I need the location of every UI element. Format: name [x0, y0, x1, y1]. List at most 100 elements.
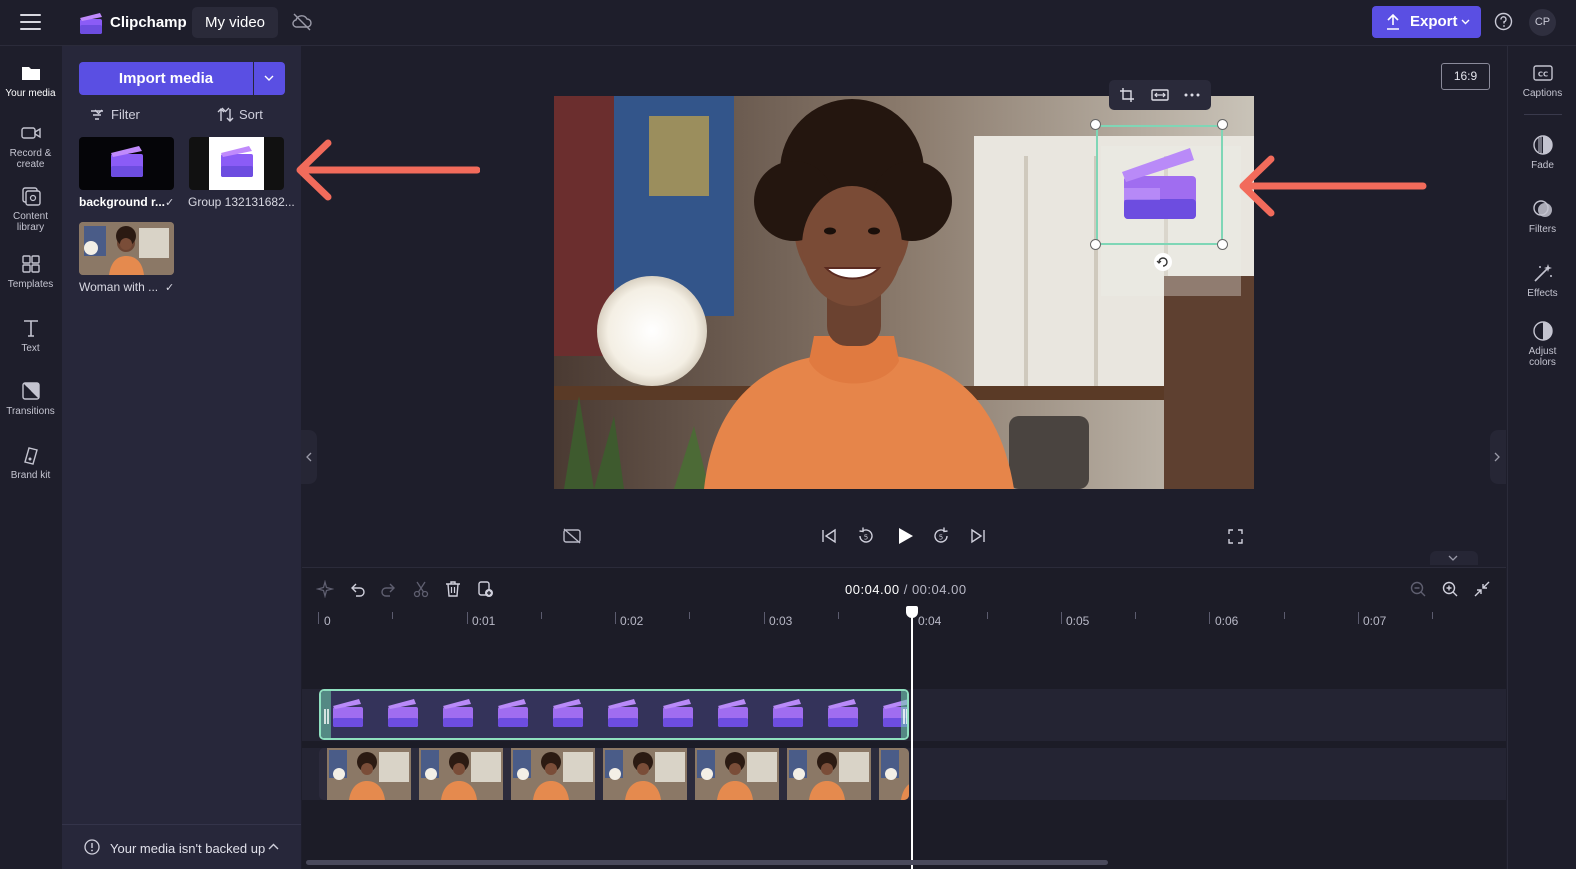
- rotate-icon: [1156, 257, 1168, 267]
- ruler-minor-tick: [987, 612, 988, 619]
- timeline-scrollbar[interactable]: [306, 860, 1108, 865]
- backup-status-bar[interactable]: Your media isn't backed up: [62, 824, 301, 869]
- import-options-button[interactable]: [254, 62, 285, 95]
- collapse-media-panel-button[interactable]: [301, 430, 317, 484]
- properties-panel: CC Captions Fade Filters Effects Adjust …: [1507, 46, 1576, 869]
- clipchamp-logo-thumbnail-icon: [209, 137, 264, 190]
- skip-to-start-icon[interactable]: [821, 528, 837, 544]
- resize-handle-bottom-right[interactable]: [1217, 239, 1228, 250]
- annotation-arrow-left: [296, 139, 480, 201]
- media-item-group[interactable]: [189, 137, 284, 190]
- nav-label: Templates: [7, 279, 54, 290]
- panel-label: Fade: [1531, 160, 1554, 171]
- ruler-minor-tick: [838, 612, 839, 619]
- rotate-handle[interactable]: [1154, 253, 1172, 271]
- playhead[interactable]: [911, 606, 913, 869]
- ruler-minor-tick: [1432, 612, 1433, 619]
- media-item-label: background r...: [79, 195, 166, 209]
- text-icon: [23, 320, 38, 337]
- collapse-properties-panel-button[interactable]: [1490, 430, 1506, 484]
- playhead-handle[interactable]: [906, 606, 918, 618]
- fullscreen-icon[interactable]: [1228, 529, 1243, 544]
- nav-content-library[interactable]: Content library: [0, 185, 61, 233]
- ruler-tick: [764, 612, 765, 624]
- fit-timeline-icon[interactable]: [1473, 580, 1491, 598]
- ruler-tick: [1209, 612, 1210, 624]
- resize-handle-top-left[interactable]: [1090, 119, 1101, 130]
- added-check-icon: ✓: [165, 197, 175, 209]
- export-label: Export: [1410, 13, 1458, 30]
- panel-fade[interactable]: Fade: [1508, 134, 1576, 171]
- nav-templates[interactable]: Templates: [0, 253, 61, 290]
- panel-filters[interactable]: Filters: [1508, 198, 1576, 235]
- zoom-out-icon[interactable]: [1409, 580, 1427, 598]
- sort-button[interactable]: Sort: [217, 106, 263, 124]
- total-time: 00:04.00: [911, 582, 967, 597]
- play-icon[interactable]: [895, 526, 915, 546]
- duplicate-icon[interactable]: [476, 580, 494, 598]
- nav-text[interactable]: Text: [0, 317, 61, 354]
- logo-clip-frames: [321, 691, 907, 738]
- time-display: 00:04.00 / 00:04.00: [845, 582, 967, 597]
- cloud-off-icon[interactable]: [291, 12, 313, 32]
- woman-video-clip[interactable]: [319, 748, 909, 800]
- svg-text:CC: CC: [1537, 71, 1547, 79]
- ruler-tick: [615, 612, 616, 624]
- top-bar: Clipchamp My video Export CP: [0, 0, 1576, 46]
- ruler-label: 0:04: [918, 614, 942, 628]
- ruler-label: 0:02: [620, 614, 644, 628]
- captions-off-icon[interactable]: [563, 528, 581, 544]
- selection-box[interactable]: [1096, 125, 1223, 245]
- panel-label: Adjust colors: [1528, 346, 1557, 368]
- ruler-label: 0: [324, 614, 331, 628]
- ruler-label: 0:03: [769, 614, 793, 628]
- skip-to-end-icon[interactable]: [970, 528, 986, 544]
- camera-icon: [20, 127, 41, 139]
- resize-handle-top-right[interactable]: [1217, 119, 1228, 130]
- info-icon: [84, 839, 100, 855]
- chevron-up-icon[interactable]: [268, 843, 279, 850]
- filter-button[interactable]: Filter: [90, 106, 140, 124]
- ruler-label: 0:07: [1363, 614, 1387, 628]
- nav-record-create[interactable]: Record & create: [0, 122, 61, 170]
- hamburger-menu-icon[interactable]: [20, 14, 41, 30]
- panel-adjust-colors[interactable]: Adjust colors: [1508, 320, 1576, 368]
- crop-icon[interactable]: [1119, 87, 1135, 103]
- fit-icon[interactable]: [1151, 87, 1169, 103]
- svg-text:5: 5: [864, 534, 868, 542]
- avatar[interactable]: CP: [1529, 9, 1556, 36]
- nav-brand-kit[interactable]: Brand kit: [0, 444, 61, 481]
- nav-your-media[interactable]: Your media: [0, 62, 61, 99]
- folder-icon: [21, 67, 40, 80]
- panel-captions[interactable]: CC Captions: [1508, 62, 1576, 99]
- rewind-5s-icon[interactable]: 5: [856, 526, 876, 546]
- delete-icon[interactable]: [444, 580, 462, 598]
- export-button[interactable]: Export: [1372, 6, 1481, 38]
- media-item-background[interactable]: [79, 137, 174, 190]
- aspect-ratio-button[interactable]: 16:9: [1441, 63, 1490, 90]
- split-icon[interactable]: [412, 580, 430, 598]
- nav-transitions[interactable]: Transitions: [0, 380, 61, 417]
- magic-tools-icon[interactable]: [316, 580, 334, 598]
- import-media-button[interactable]: Import media: [79, 62, 253, 95]
- collapse-preview-button[interactable]: [1430, 551, 1478, 565]
- logo-clip[interactable]: [319, 689, 909, 740]
- media-panel: Import media Filter Sort background r...…: [62, 46, 301, 869]
- redo-icon[interactable]: [380, 580, 398, 598]
- panel-effects[interactable]: Effects: [1508, 262, 1576, 299]
- undo-icon[interactable]: [348, 580, 366, 598]
- filter-label: Filter: [111, 107, 140, 122]
- library-icon: [21, 187, 41, 206]
- more-options-icon[interactable]: [1184, 93, 1200, 97]
- project-name-field[interactable]: My video: [192, 7, 279, 38]
- forward-5s-icon[interactable]: 5: [931, 526, 951, 546]
- media-item-label: Woman with ...: [79, 280, 159, 294]
- help-icon[interactable]: [1494, 12, 1513, 31]
- media-item-woman-video[interactable]: [79, 222, 174, 275]
- resize-handle-bottom-left[interactable]: [1090, 239, 1101, 250]
- timeline-ruler[interactable]: 0 0:01 0:02 0:03 0:04 0:05 0:06 0:07: [302, 608, 1506, 636]
- zoom-in-icon[interactable]: [1441, 580, 1459, 598]
- nav-label: Content library: [12, 211, 49, 233]
- timeline: 00:04.00 / 00:04.00 0 0:01 0:02 0:03 0:0…: [302, 567, 1506, 869]
- chevron-down-icon: [94, 109, 103, 115]
